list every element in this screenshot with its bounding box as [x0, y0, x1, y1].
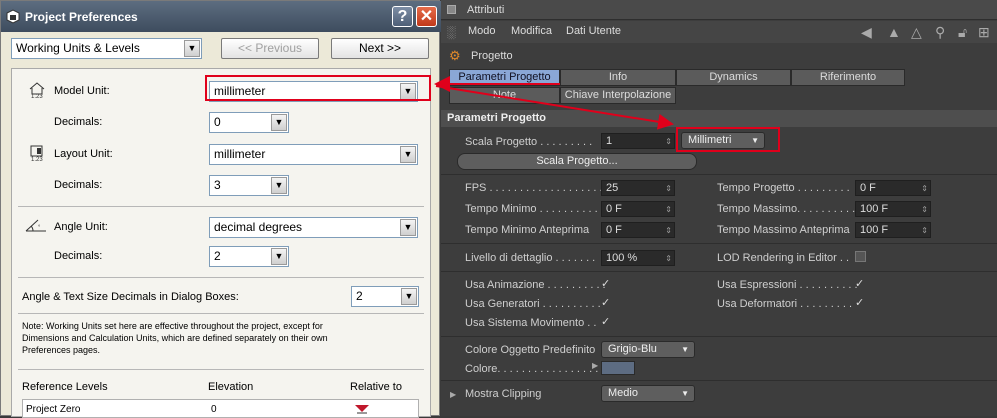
arrow-to-scala-unit: [435, 85, 674, 130]
annotation-arrows: [434, 76, 674, 130]
